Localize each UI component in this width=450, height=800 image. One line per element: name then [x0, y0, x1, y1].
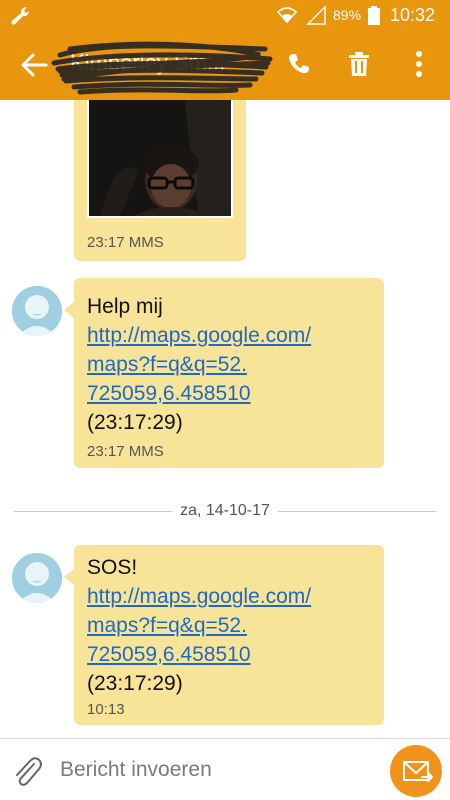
battery-icon: [368, 6, 380, 25]
message-text: SOS! http://maps.google.com/ maps?f=q&q=…: [87, 553, 311, 698]
wifi-icon: [276, 7, 298, 24]
message-time: 23:17 MMS: [87, 234, 164, 251]
message-body: SOS!: [87, 556, 138, 579]
contact-avatar[interactable]: [12, 553, 62, 603]
message-bubble[interactable]: Help mij http://maps.google.com/ maps?f=…: [74, 278, 384, 468]
mms-bubble[interactable]: 23:17 MMS: [74, 100, 246, 261]
messaging-screen: 89% 10:32 Kimberley Sm... 23:17 MMS Help…: [0, 0, 450, 800]
redaction-scribble: [51, 41, 273, 95]
map-link-line-1[interactable]: http://maps.google.com/: [87, 321, 311, 350]
message-timestamp-text: (23:17:29): [87, 411, 183, 434]
phone-icon[interactable]: [287, 52, 311, 76]
map-link-line-3[interactable]: 725059,6.458510: [87, 379, 311, 408]
message-time: 10:13: [87, 701, 125, 718]
status-time: 10:32: [390, 5, 436, 25]
bubble-tail: [64, 302, 74, 318]
signal-icon: [306, 5, 326, 25]
wrench-icon: [11, 6, 30, 25]
message-bubble[interactable]: SOS! http://maps.google.com/ maps?f=q&q=…: [74, 545, 384, 725]
message-input[interactable]: [60, 755, 380, 785]
mms-photo-thumbnail[interactable]: [87, 100, 233, 218]
message-time: 23:17 MMS: [87, 443, 164, 460]
more-vert-icon[interactable]: [413, 50, 425, 78]
date-separator: za, 14-10-17: [14, 500, 436, 524]
bubble-tail: [64, 569, 74, 585]
contact-avatar[interactable]: [12, 286, 62, 336]
date-label: za, 14-10-17: [172, 502, 278, 519]
message-timestamp-text: (23:17:29): [87, 672, 183, 695]
map-link-line-3[interactable]: 725059,6.458510: [87, 640, 311, 669]
map-link-line-2[interactable]: maps?f=q&q=52.: [87, 350, 311, 379]
compose-bar: [0, 738, 450, 800]
map-link-line-1[interactable]: http://maps.google.com/: [87, 582, 311, 611]
status-bar: 89% 10:32: [0, 0, 450, 30]
send-icon: [403, 761, 434, 782]
send-button[interactable]: [390, 745, 442, 797]
paperclip-icon[interactable]: [12, 755, 42, 787]
photo-image: [89, 100, 231, 216]
map-link-line-2[interactable]: maps?f=q&q=52.: [87, 611, 311, 640]
message-body: Help mij: [87, 295, 163, 318]
conversation-toolbar: Kimberley Sm...: [0, 30, 450, 100]
trash-icon[interactable]: [348, 52, 370, 76]
message-text: Help mij http://maps.google.com/ maps?f=…: [87, 292, 311, 437]
battery-percent: 89%: [333, 7, 362, 23]
